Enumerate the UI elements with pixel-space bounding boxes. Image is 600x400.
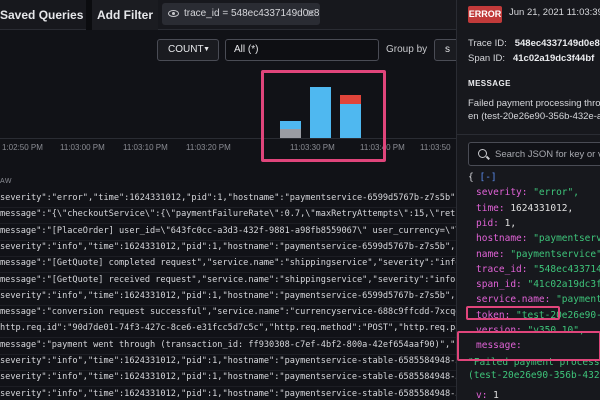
json-key: trace_id: (476, 263, 528, 275)
json-entry[interactable]: severity: "error", (476, 187, 579, 198)
json-key: pid: (476, 217, 499, 229)
query-controls: COUNT ▼ All (*) Group by s (0, 30, 456, 70)
json-key: time: (476, 202, 505, 214)
json-viewer: { [-] severity: "error", time: 1624331012… (457, 170, 600, 400)
filter-chip[interactable]: trace_id = 548ec4337149d0e8 ✕ (162, 3, 320, 25)
json-value: 1, (498, 217, 517, 229)
severity-badge: ERROR (468, 6, 502, 23)
json-value: "paymentservice", (504, 248, 600, 260)
json-value: 1624331012, (504, 202, 574, 214)
chart-x-tick-label: 11:03:10 PM (123, 143, 168, 152)
search-icon (478, 149, 487, 158)
version-highlight-box (466, 306, 560, 320)
json-root: { [-] (468, 172, 497, 183)
group-by-label: Group by (386, 44, 428, 55)
message-text-line: Failed payment processing through (468, 98, 600, 109)
filter-chip-label: trace_id = 548ec4337149d0e8 (184, 8, 320, 19)
json-search-input[interactable] (495, 146, 600, 162)
json-value: "error", (527, 187, 579, 199)
logs-pane: Saved Queries▼ Add Filter trace_id = 548… (0, 0, 456, 400)
chart-x-tick-label: 11:03:20 PM (186, 143, 231, 152)
detail-divider (457, 134, 600, 135)
json-entry[interactable]: hostname: "paymentservice-6599d5767b-z7s… (476, 233, 600, 244)
json-key: severity: (476, 187, 528, 199)
json-key: service.name: (476, 294, 551, 306)
json-entry[interactable]: time: 1624331012, (476, 203, 573, 214)
log-timestamp: Jun 21, 2021 11:03:39 pm (509, 7, 600, 18)
json-entry[interactable]: span_id: "41c02a19dc3f44bf", (476, 279, 600, 290)
json-value: 1 (487, 389, 499, 400)
json-message-value: (test-20e26e90-356b-432e-a2c (468, 369, 600, 381)
span-id-value[interactable]: 41c02a19dc3f44bf (513, 53, 594, 64)
json-value: "paymentservice", (556, 294, 600, 306)
span-id-label: Span ID: (468, 53, 505, 64)
raw-section-label: AW (0, 178, 13, 185)
saved-queries-dropdown[interactable]: Saved Queries▼ (0, 0, 99, 30)
json-key: span_id: (476, 279, 522, 291)
add-filter-button[interactable]: Add Filter (92, 0, 158, 30)
trace-id-value[interactable]: 548ec4337149d0e8 (515, 38, 600, 49)
chart-x-tick-label: 11:03:50 (420, 143, 451, 152)
chart-highlight-box (261, 70, 386, 162)
span-id-row: Span ID: 41c02a19dc3f44bf (468, 53, 594, 64)
chevron-down-icon: ▼ (203, 46, 210, 53)
query-input[interactable]: All (*) (225, 39, 379, 61)
message-heading: MESSAGE (468, 79, 511, 88)
log-row[interactable]: severity":"info","time":1624331012,"pid"… (0, 384, 456, 400)
chart-x-axis (0, 138, 456, 139)
chart-x-ticks: 1:02:50 PM 11:03:00 PM 11:03:10 PM 11:03:20… (0, 143, 456, 157)
json-value: "41c02a19dc3f44bf", (527, 279, 600, 291)
trace-id-label: Trace ID: (468, 38, 507, 49)
chart-x-tick-label: 1:02:50 PM (2, 143, 43, 152)
json-search-box[interactable] (468, 142, 600, 166)
message-highlight-box (457, 331, 600, 361)
group-by-dropdown[interactable]: s (434, 39, 456, 61)
close-icon[interactable]: ✕ (306, 3, 315, 25)
log-list: severity":"error","time":1624331012,"pid… (0, 188, 456, 400)
json-open-brace: { (468, 172, 474, 183)
message-text: Failed payment processing through en (te… (468, 97, 600, 123)
json-key: hostname: (476, 233, 528, 245)
log-detail-pane: ERROR Jun 21, 2021 11:03:39 pm Trace ID:… (456, 0, 600, 400)
json-value: "548ec4337149d0e8", (533, 263, 600, 275)
json-entry[interactable]: service.name: "paymentservice", (476, 294, 600, 305)
json-key: v: (476, 389, 488, 400)
json-entry[interactable]: trace_id: "548ec4337149d0e8", (476, 264, 600, 275)
saved-queries-label: Saved Queries (0, 8, 84, 22)
chart-x-tick-label: 11:03:00 PM (60, 143, 105, 152)
aggregate-dropdown[interactable]: COUNT ▼ (157, 39, 219, 61)
json-entry[interactable]: v: 1 (476, 390, 499, 400)
json-key: name: (476, 248, 505, 260)
eye-icon[interactable] (168, 10, 179, 17)
top-toolbar: Saved Queries▼ Add Filter trace_id = 548… (0, 0, 456, 30)
message-text-line: en (test-20e26e90-356b-432e-a2c (468, 111, 600, 122)
json-entry[interactable]: name: "paymentservice", (476, 249, 600, 260)
json-value: "paymentservice-6599d5767b-z7s5b", (533, 233, 600, 245)
json-entry[interactable]: pid: 1, (476, 218, 516, 229)
aggregate-label: COUNT (168, 44, 204, 55)
collapse-toggle[interactable]: [-] (479, 172, 496, 183)
trace-id-row: Trace ID: 548ec4337149d0e8 (468, 38, 600, 49)
